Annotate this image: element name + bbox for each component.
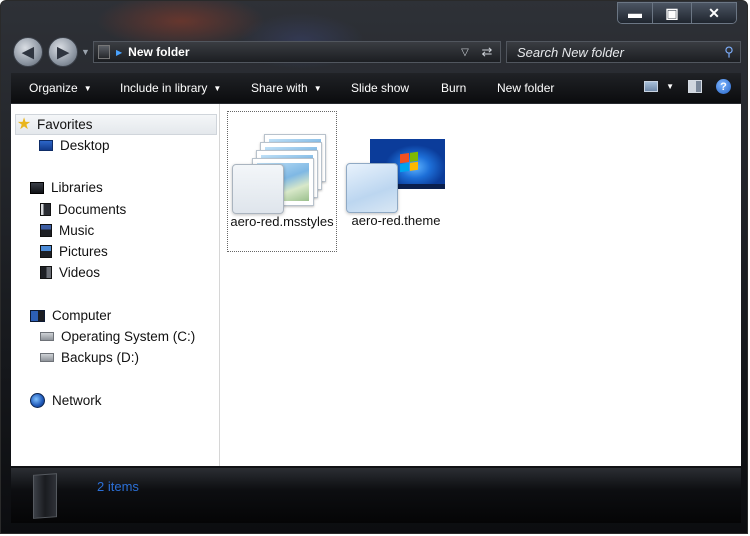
toolbar-label: Share with bbox=[251, 81, 308, 95]
network-icon bbox=[30, 393, 45, 408]
burn-button[interactable]: Burn bbox=[441, 81, 466, 95]
details-pane: 2 items bbox=[11, 468, 741, 523]
pictures-icon bbox=[40, 245, 52, 258]
window-controls: ▬ ▣ ✕ bbox=[617, 2, 737, 24]
content-area: ★ Favorites Desktop Libraries Documents … bbox=[11, 104, 741, 466]
search-input[interactable] bbox=[507, 43, 718, 61]
sidebar-item-label: Pictures bbox=[59, 244, 108, 259]
drive-icon bbox=[40, 332, 54, 341]
file-name: aero-red.msstyles bbox=[230, 214, 334, 229]
sidebar-item-backups-d[interactable]: Backups (D:) bbox=[40, 350, 139, 365]
sidebar-item-label: Favorites bbox=[37, 117, 93, 132]
chevron-down-icon: ▼ bbox=[666, 82, 674, 91]
chevron-down-icon: ▼ bbox=[83, 83, 92, 93]
refresh-icon[interactable]: ⇄ bbox=[474, 44, 500, 60]
back-button[interactable]: ◀ bbox=[13, 37, 43, 67]
toolbar-label: Organize bbox=[29, 81, 78, 95]
sidebar-item-videos[interactable]: Videos bbox=[40, 265, 100, 280]
sidebar-item-music[interactable]: Music bbox=[40, 223, 94, 238]
minimize-button[interactable]: ▬ bbox=[618, 3, 652, 23]
sidebar-item-network[interactable]: Network bbox=[30, 393, 102, 408]
sidebar-item-label: Network bbox=[52, 393, 102, 408]
music-icon bbox=[40, 224, 52, 237]
drive-icon bbox=[40, 353, 54, 362]
libraries-icon bbox=[30, 181, 44, 194]
breadcrumb-new-folder[interactable]: New folder bbox=[128, 45, 456, 59]
toolbar-label: Burn bbox=[441, 81, 467, 95]
search-icon[interactable]: ⚲ bbox=[718, 44, 740, 60]
share-with-button[interactable]: Share with ▼ bbox=[251, 81, 322, 95]
folder-location-icon bbox=[98, 45, 110, 59]
search-box: ⚲ bbox=[506, 41, 741, 63]
close-button[interactable]: ✕ bbox=[691, 3, 736, 23]
include-in-library-button[interactable]: Include in library ▼ bbox=[120, 81, 221, 95]
sidebar-item-label: Backups (D:) bbox=[61, 350, 140, 365]
file-name: aero-red.theme bbox=[351, 213, 441, 228]
sidebar-item-favorites[interactable]: ★ Favorites bbox=[15, 114, 217, 135]
address-bar[interactable]: ▶ New folder ▽ ⇄ bbox=[93, 41, 501, 63]
maximize-button[interactable]: ▣ bbox=[652, 3, 691, 23]
item-count: 2 items bbox=[97, 479, 139, 494]
sidebar-item-label: Libraries bbox=[51, 180, 103, 195]
videos-icon bbox=[40, 266, 52, 279]
new-folder-button[interactable]: New folder bbox=[497, 81, 554, 95]
desktop-icon bbox=[39, 140, 53, 151]
sidebar-item-operating-system-c[interactable]: Operating System (C:) bbox=[40, 329, 195, 344]
toolbar-label: New folder bbox=[497, 81, 555, 95]
view-icon bbox=[644, 81, 659, 92]
navigation-bar: ◀ ▶ ▼ ▶ New folder ▽ ⇄ ⚲ bbox=[11, 37, 741, 67]
forward-button[interactable]: ▶ bbox=[48, 37, 78, 67]
computer-icon bbox=[30, 309, 45, 322]
sidebar-item-label: Desktop bbox=[60, 138, 110, 153]
file-item[interactable]: aero-red.theme bbox=[341, 111, 451, 252]
preview-pane-icon[interactable] bbox=[688, 80, 702, 93]
sidebar-item-label: Music bbox=[59, 223, 95, 238]
star-icon: ★ bbox=[16, 115, 32, 133]
folder-preview-icon bbox=[33, 473, 57, 519]
recent-pages-chevron-down-icon[interactable]: ▼ bbox=[81, 47, 90, 57]
forward-arrow-icon: ▶ bbox=[57, 44, 69, 61]
photo-stack-icon bbox=[230, 112, 334, 214]
sidebar-item-pictures[interactable]: Pictures bbox=[40, 244, 108, 259]
explorer-window: ▬ ▣ ✕ ◀ ▶ ▼ ▶ New folder ▽ ⇄ ⚲ Organize ▼… bbox=[0, 0, 748, 534]
navigation-pane: ★ Favorites Desktop Libraries Documents … bbox=[11, 104, 220, 466]
breadcrumb-chevron-icon[interactable]: ▶ bbox=[116, 48, 122, 57]
toolbar-label: Include in library bbox=[120, 81, 208, 95]
address-history-chevron-down-icon[interactable]: ▽ bbox=[456, 47, 474, 58]
file-item[interactable]: aero-red.msstyles bbox=[227, 111, 337, 252]
slide-show-button[interactable]: Slide show bbox=[351, 81, 409, 95]
sidebar-item-label: Computer bbox=[52, 308, 112, 323]
sidebar-item-label: Documents bbox=[58, 202, 127, 217]
change-view-button[interactable]: ▼ bbox=[644, 81, 674, 92]
sidebar-item-label: Operating System (C:) bbox=[61, 329, 196, 344]
sidebar-item-documents[interactable]: Documents bbox=[40, 202, 126, 217]
sidebar-item-label: Videos bbox=[59, 265, 101, 280]
toolbar-right-group: ▼ ? bbox=[644, 79, 731, 94]
organize-button[interactable]: Organize ▼ bbox=[29, 81, 92, 95]
chevron-down-icon: ▼ bbox=[313, 83, 322, 93]
sidebar-item-libraries[interactable]: Libraries bbox=[30, 180, 103, 195]
documents-icon bbox=[40, 203, 51, 216]
help-icon[interactable]: ? bbox=[716, 79, 731, 94]
theme-icon bbox=[344, 111, 448, 213]
toolbar-label: Slide show bbox=[351, 81, 410, 95]
chevron-down-icon: ▼ bbox=[213, 83, 222, 93]
back-arrow-icon: ◀ bbox=[22, 44, 34, 61]
sidebar-item-computer[interactable]: Computer bbox=[30, 308, 111, 323]
sidebar-item-desktop[interactable]: Desktop bbox=[39, 138, 110, 153]
command-bar: Organize ▼ Include in library ▼ Share with… bbox=[11, 73, 741, 103]
